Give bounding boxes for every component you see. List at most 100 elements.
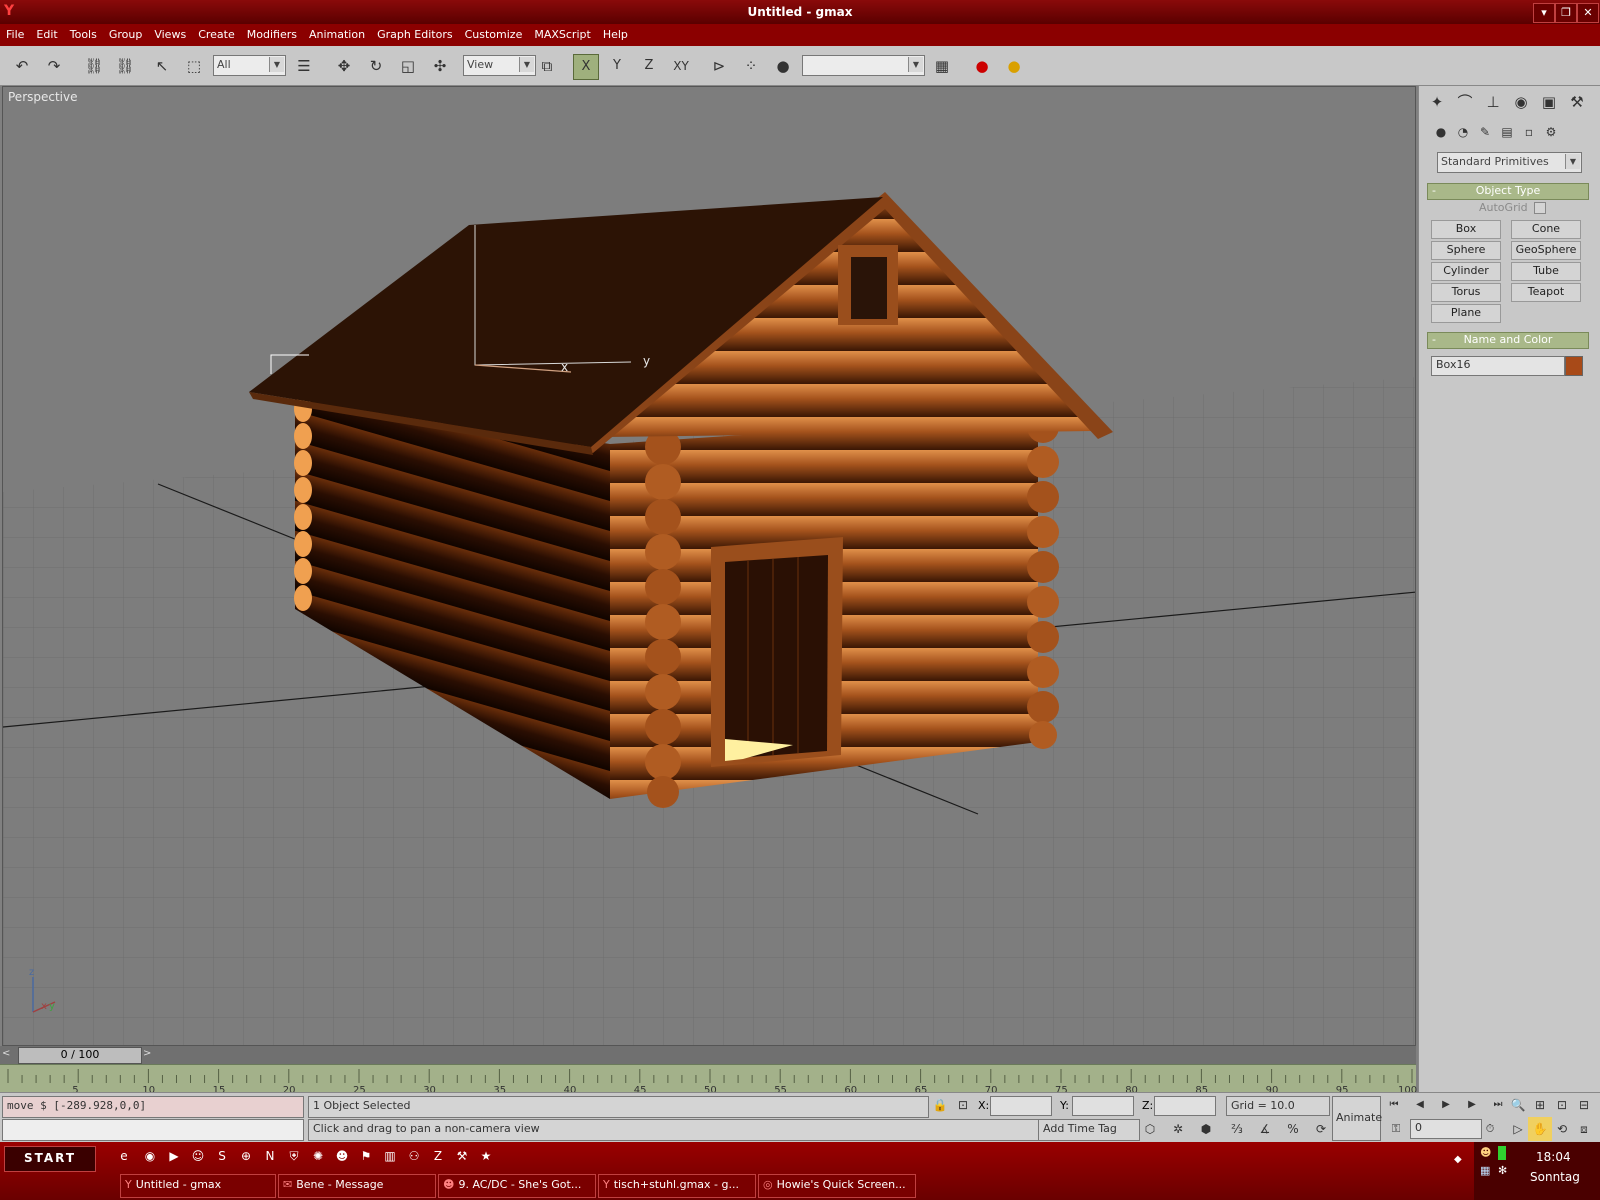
tube-button[interactable]: Tube bbox=[1511, 262, 1581, 281]
cameras-icon[interactable]: ▤ bbox=[1495, 120, 1519, 144]
category-dropdown[interactable]: Standard Primitives ▼ bbox=[1437, 152, 1582, 173]
zoom-extents-all-icon[interactable]: ⊟ bbox=[1572, 1093, 1596, 1117]
next-frame-arrow-icon[interactable]: > bbox=[143, 1048, 151, 1059]
task-untitled-gmax[interactable]: Y Untitled - gmax bbox=[120, 1174, 276, 1198]
z-coord-field[interactable] bbox=[1154, 1096, 1216, 1116]
select-by-name-icon[interactable]: ☰ bbox=[292, 54, 316, 78]
start-button[interactable]: START bbox=[4, 1146, 96, 1172]
hierarchy-tab-icon[interactable]: ⊥ bbox=[1481, 90, 1505, 114]
menu-create[interactable]: Create bbox=[192, 24, 241, 41]
helpers-icon[interactable]: ▫ bbox=[1517, 120, 1541, 144]
object-color-swatch[interactable] bbox=[1565, 356, 1583, 376]
name-and-color-rollout-header[interactable]: - Name and Color bbox=[1427, 332, 1589, 349]
zoom-all-icon[interactable]: ⊞ bbox=[1528, 1093, 1552, 1117]
go-to-start-icon[interactable]: ⏮ bbox=[1382, 1093, 1406, 1117]
field-of-view-icon[interactable]: ▷ bbox=[1506, 1117, 1530, 1141]
skype-icon[interactable]: S bbox=[214, 1148, 230, 1164]
motion-tab-icon[interactable]: ◉ bbox=[1509, 90, 1533, 114]
select-object-icon[interactable]: ↖ bbox=[150, 54, 174, 78]
play-icon[interactable]: ▶ bbox=[1434, 1093, 1458, 1117]
array-icon[interactable]: ⁘ bbox=[739, 54, 763, 78]
network-icon[interactable]: ✺ bbox=[310, 1148, 326, 1164]
menu-group[interactable]: Group bbox=[103, 24, 149, 41]
utilities-tab-icon[interactable]: ⚒ bbox=[1565, 90, 1589, 114]
restrict-to-z-button[interactable]: Z bbox=[637, 54, 661, 78]
reference-coord-system-dropdown[interactable]: View ▼ bbox=[463, 55, 536, 76]
media-player-icon[interactable]: ▶ bbox=[166, 1148, 182, 1164]
select-and-link-icon[interactable]: ⛓ bbox=[82, 54, 106, 78]
viewport-icon[interactable]: ⬡ bbox=[1138, 1117, 1162, 1141]
fan-icon[interactable]: ✻ bbox=[1498, 1164, 1512, 1178]
object-name-field[interactable]: Box16 bbox=[1431, 356, 1565, 376]
monkey-icon[interactable]: ☻ bbox=[334, 1148, 350, 1164]
pan-hand-icon[interactable]: ✋ bbox=[1528, 1117, 1552, 1141]
shield-icon[interactable]: ⛨ bbox=[286, 1148, 302, 1164]
shapes-icon[interactable]: ◔ bbox=[1451, 120, 1475, 144]
percent-snap-icon[interactable]: % bbox=[1281, 1117, 1305, 1141]
time-slider-thumb[interactable]: 0 / 100 bbox=[18, 1047, 142, 1064]
object-box-icon[interactable]: ⬢ bbox=[1194, 1117, 1218, 1141]
spinner-snap-icon[interactable]: ⟳ bbox=[1309, 1117, 1333, 1141]
autogrid-checkbox[interactable] bbox=[1534, 202, 1546, 214]
battery-icon[interactable] bbox=[1498, 1146, 1506, 1160]
select-and-scale-icon[interactable]: ◱ bbox=[396, 54, 420, 78]
restrict-to-y-button[interactable]: Y bbox=[605, 54, 629, 78]
minimize-button[interactable]: ▾ bbox=[1533, 3, 1555, 23]
render-settings-icon[interactable]: ✲ bbox=[1166, 1117, 1190, 1141]
task-acdc-player[interactable]: ☻ 9. AC/DC - She's Got... bbox=[438, 1174, 596, 1198]
menu-help[interactable]: Help bbox=[597, 24, 634, 41]
next-frame-icon[interactable]: ▶ bbox=[1460, 1093, 1484, 1117]
messenger-icon[interactable]: ☺ bbox=[190, 1148, 206, 1164]
align-icon[interactable]: ▦ bbox=[930, 54, 954, 78]
current-frame-field[interactable]: 0 bbox=[1410, 1119, 1482, 1139]
tray-app-icon[interactable]: ☻ bbox=[1480, 1146, 1494, 1160]
cone-button[interactable]: Cone bbox=[1511, 220, 1581, 239]
task-howies-quick-screen[interactable]: ◎ Howie's Quick Screen... bbox=[758, 1174, 916, 1198]
region-select-icon[interactable]: ⬚ bbox=[182, 54, 206, 78]
key-mode-icon[interactable]: ⚿ bbox=[1384, 1117, 1408, 1141]
restrict-to-x-button[interactable]: X bbox=[573, 54, 599, 80]
quick-render-icon[interactable]: ● bbox=[1002, 54, 1026, 78]
menu-maxscript[interactable]: MAXScript bbox=[528, 24, 596, 41]
render-scene-icon[interactable]: ● bbox=[970, 54, 994, 78]
lock-selection-icon[interactable]: 🔒 bbox=[928, 1093, 952, 1117]
menu-graph-editors[interactable]: Graph Editors bbox=[371, 24, 459, 41]
angle-snap-icon[interactable]: ∡ bbox=[1253, 1117, 1277, 1141]
time-slider[interactable]: < 0 / 100 > bbox=[0, 1046, 1416, 1064]
network-tray-icon[interactable]: ▦ bbox=[1480, 1164, 1494, 1178]
pivot-center-icon[interactable]: ✣ bbox=[428, 54, 452, 78]
display-tab-icon[interactable]: ▣ bbox=[1537, 90, 1561, 114]
x-coord-field[interactable] bbox=[990, 1096, 1052, 1116]
geometry-icon[interactable]: ● bbox=[1429, 120, 1453, 144]
task-bene-message[interactable]: ✉ Bene - Message bbox=[278, 1174, 436, 1198]
z-app-icon[interactable]: Z bbox=[430, 1148, 446, 1164]
animate-button[interactable]: Animate bbox=[1332, 1096, 1382, 1141]
menu-animation[interactable]: Animation bbox=[303, 24, 371, 41]
firefox-icon[interactable]: ◉ bbox=[142, 1148, 158, 1164]
snap-toggle-icon[interactable]: ⅔ bbox=[1225, 1117, 1249, 1141]
named-selection-sets-dropdown[interactable]: ▼ bbox=[802, 55, 925, 76]
menu-tools[interactable]: Tools bbox=[64, 24, 103, 41]
people-icon[interactable]: ⚇ bbox=[406, 1148, 422, 1164]
restrict-to-xy-button[interactable]: XY bbox=[669, 54, 693, 78]
maxscript-output-field[interactable] bbox=[2, 1119, 304, 1141]
maxscript-listener-field[interactable]: move $ [-289.928,0,0] bbox=[2, 1096, 304, 1118]
select-and-rotate-icon[interactable]: ↻ bbox=[364, 54, 388, 78]
menu-views[interactable]: Views bbox=[148, 24, 192, 41]
chest-icon[interactable]: ▥ bbox=[382, 1148, 398, 1164]
flag-icon[interactable]: ⚑ bbox=[358, 1148, 374, 1164]
zoom-icon[interactable]: 🔍 bbox=[1506, 1093, 1530, 1117]
lights-icon[interactable]: ✎ bbox=[1473, 120, 1497, 144]
material-bomb-icon[interactable]: ● bbox=[771, 54, 795, 78]
browser-icon[interactable]: ⊕ bbox=[238, 1148, 254, 1164]
ie-icon[interactable]: e bbox=[116, 1148, 132, 1164]
prev-frame-arrow-icon[interactable]: < bbox=[2, 1048, 10, 1059]
teapot-button[interactable]: Teapot bbox=[1511, 283, 1581, 302]
undo-icon[interactable]: ↶ bbox=[10, 54, 34, 78]
select-and-move-icon[interactable]: ✥ bbox=[332, 54, 356, 78]
geosphere-button[interactable]: GeoSphere bbox=[1511, 241, 1581, 260]
nero-icon[interactable]: N bbox=[262, 1148, 278, 1164]
menu-file[interactable]: File bbox=[0, 24, 30, 41]
unlink-selection-icon[interactable]: ⛓ bbox=[113, 54, 137, 78]
systems-icon[interactable]: ⚙ bbox=[1539, 120, 1563, 144]
